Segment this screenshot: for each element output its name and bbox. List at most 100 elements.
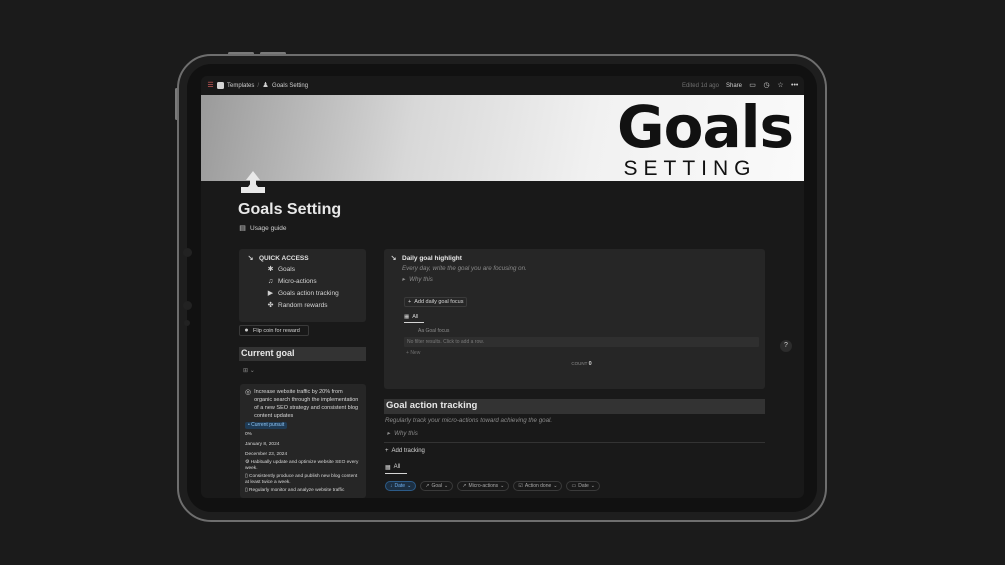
add-tracking-button[interactable]: + Add tracking xyxy=(385,448,425,454)
goal-action-subtitle: Regularly track your micro-actions towar… xyxy=(385,417,553,424)
add-daily-goal-button[interactable]: + Add daily goal focus xyxy=(404,297,468,307)
quick-access-item-micro-actions[interactable]: ♫ Micro-actions xyxy=(267,278,358,285)
daily-goal-header: ↘ Daily goal highlight xyxy=(390,255,759,262)
daily-goal-database: ▦ All Aa Goal focus No filter results. C… xyxy=(404,314,759,367)
new-row-button[interactable]: + New xyxy=(406,350,759,356)
workspace-icon xyxy=(217,82,224,89)
tab-all-label: All xyxy=(412,314,419,320)
tab-all[interactable]: ▦ All xyxy=(385,464,407,474)
table-icon: ▦ xyxy=(385,465,391,471)
play-icon: ▶ xyxy=(267,290,274,297)
filter-micro-actions[interactable]: ↗ Micro-actions ⌄ xyxy=(457,481,510,491)
edited-status: Edited 1d ago xyxy=(681,82,719,89)
reward-icon: ✤ xyxy=(267,302,274,309)
breadcrumb-current[interactable]: Goals Setting xyxy=(272,83,308,89)
goal-action-tracking-heading: Goal action tracking xyxy=(384,399,765,414)
goal-text: Increase website traffic by 20% from org… xyxy=(254,389,359,419)
topbar: ☰ Templates / ♟ Goals Setting Edited 1d … xyxy=(201,76,804,95)
breadcrumb-separator: / xyxy=(257,82,260,89)
usage-guide-label: Usage guide xyxy=(250,225,287,232)
usage-guide-link[interactable]: ▤ Usage guide xyxy=(239,225,287,232)
column-header-goal-focus[interactable]: Aa Goal focus xyxy=(418,328,759,334)
filter-bar: ↓ Date ⌄ ↗ Goal ⌄ ↗ Micro-actions ⌄ ☑ Ac… xyxy=(385,481,600,491)
goals-icon: ✱ xyxy=(267,266,274,273)
banner-title: Goals xyxy=(617,95,794,161)
current-goal-card[interactable]: ◎ Increase website traffic by 20% from o… xyxy=(240,384,366,498)
steps-icon: ♫ xyxy=(267,278,274,285)
quick-access-title: QUICK ACCESS xyxy=(259,255,309,262)
stage: ☰ Templates / ♟ Goals Setting Edited 1d … xyxy=(0,0,1005,565)
quick-access-panel: ↘ QUICK ACCESS ✱ Goals ♫ Micro-actions ▶… xyxy=(239,249,366,322)
tab-all[interactable]: ▦ All xyxy=(404,314,424,323)
why-this-toggle[interactable]: ▸ Why this xyxy=(387,430,418,437)
star-icon[interactable]: ☆ xyxy=(777,82,784,89)
gallery-view-icon[interactable]: ⊞ ⌄ xyxy=(243,367,255,374)
divider xyxy=(384,442,765,443)
app-screen: ☰ Templates / ♟ Goals Setting Edited 1d … xyxy=(201,76,804,498)
new-row-label: New xyxy=(410,350,421,356)
goal-end-date: December 23, 2024 xyxy=(245,452,288,457)
share-button[interactable]: Share xyxy=(726,83,742,89)
arrow-down-right-icon: ↘ xyxy=(390,255,397,262)
camera-dot xyxy=(183,248,192,257)
banner-subtitle: SETTING xyxy=(623,157,757,180)
comment-icon[interactable]: ▭ xyxy=(749,82,756,89)
goal-action: ⚙ Habitually update and optimize website… xyxy=(245,460,361,472)
flip-coin-button[interactable]: ● Flip coin for reward xyxy=(239,325,309,336)
camera-dot xyxy=(184,320,190,326)
filter-label: Date xyxy=(578,483,589,489)
daily-goal-subtitle: Every day, write the goal you are focusi… xyxy=(402,265,527,272)
tab-all-label: All xyxy=(393,464,401,470)
quick-access-label: Goals action tracking xyxy=(278,290,339,297)
goal-text-row: ◎ Increase website traffic by 20% from o… xyxy=(245,388,361,420)
empty-results-row[interactable]: No filter results. Click to add a row. xyxy=(404,337,759,347)
filter-goal[interactable]: ↗ Goal ⌄ xyxy=(420,481,454,491)
count-label: COUNT xyxy=(571,361,588,366)
why-this-toggle[interactable]: ▸ Why this xyxy=(402,276,759,283)
filter-date-sort[interactable]: ↓ Date ⌄ xyxy=(385,481,417,491)
daily-goal-panel: ↘ Daily goal highlight Every day, write … xyxy=(384,249,765,389)
help-button[interactable]: ? xyxy=(780,340,792,352)
filter-action-done[interactable]: ☑ Action done ⌄ xyxy=(513,481,563,491)
plus-icon: + xyxy=(385,448,389,454)
quick-access-item-tracking[interactable]: ▶ Goals action tracking xyxy=(267,290,358,297)
status-badge: • Current pursuit xyxy=(245,422,288,429)
add-daily-goal-row: + Add daily goal focus xyxy=(404,290,759,308)
quick-access-item-goals[interactable]: ✱ Goals xyxy=(267,266,358,273)
filter-label: Goal xyxy=(431,483,443,489)
goal-action: ▯ Regularly monitor and analyze website … xyxy=(245,488,361,494)
flip-coin-label: Flip coin for reward xyxy=(253,327,300,334)
quick-access-item-rewards[interactable]: ✤ Random rewards xyxy=(267,302,358,309)
target-icon: ◎ xyxy=(245,389,252,396)
why-this-label: Why this xyxy=(394,430,418,437)
breadcrumb: ☰ Templates / ♟ Goals Setting xyxy=(207,82,308,89)
quick-access-label: Random rewards xyxy=(278,302,328,309)
triangle-right-icon: ▸ xyxy=(402,276,406,283)
count-summary: COUNT 0 xyxy=(404,361,759,367)
add-daily-goal-label: Add daily goal focus xyxy=(414,299,464,305)
upload-icon[interactable] xyxy=(239,167,267,195)
quick-access-label: Goals xyxy=(278,266,295,273)
document-icon: ▤ xyxy=(239,225,246,232)
triangle-right-icon: ▸ xyxy=(387,430,391,437)
goal-start-date: January 8, 2024 xyxy=(245,442,280,447)
add-tracking-label: Add tracking xyxy=(391,448,425,454)
history-icon[interactable]: ◷ xyxy=(763,82,770,89)
filter-label: Micro-actions xyxy=(468,483,499,489)
goal-action-text: Consistently produce and publish new blo… xyxy=(245,474,358,485)
daily-goal-title: Daily goal highlight xyxy=(402,255,462,262)
breadcrumb-templates[interactable]: Templates xyxy=(227,83,254,89)
sidebar-toggle-icon[interactable]: ☰ xyxy=(207,82,214,89)
goal-action: ▯ Consistently produce and publish new b… xyxy=(245,474,361,486)
goal-progress: 0% xyxy=(245,432,252,437)
status-badge-label: Current pursuit xyxy=(251,422,285,428)
more-icon[interactable]: ••• xyxy=(791,82,798,89)
filter-label: Action done xyxy=(524,483,552,489)
topbar-actions: Edited 1d ago Share ▭ ◷ ☆ ••• xyxy=(682,82,798,89)
cover-banner[interactable]: Goals SETTING xyxy=(201,95,804,181)
camera-dot xyxy=(183,301,192,310)
filter-date[interactable]: ▭ Date ⌄ xyxy=(566,481,600,491)
arrow-down-right-icon: ↘ xyxy=(247,255,254,262)
current-goal-heading: Current goal xyxy=(239,347,366,361)
plus-icon: + xyxy=(408,299,412,305)
